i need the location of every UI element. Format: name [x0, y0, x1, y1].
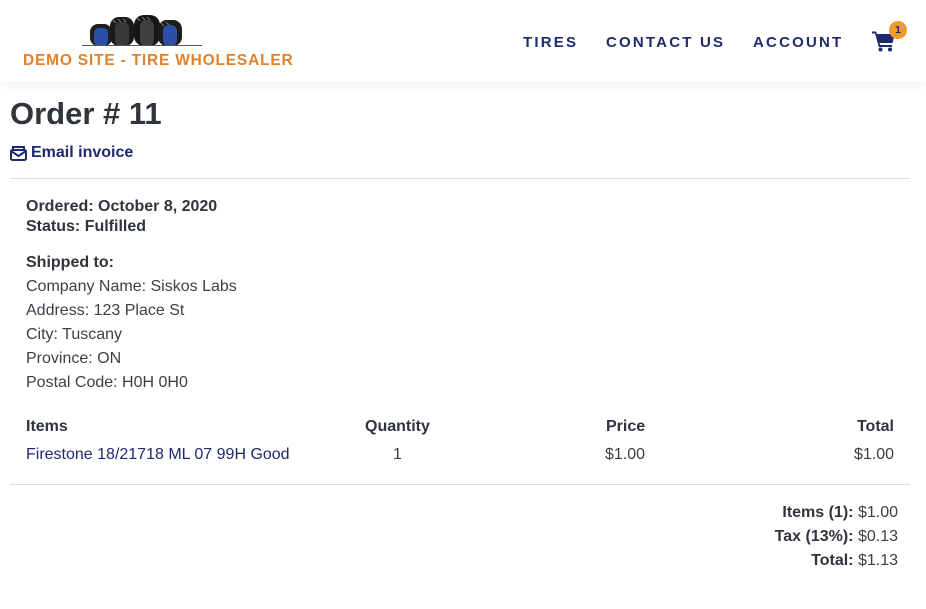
column-header-price: Price	[606, 418, 646, 435]
summary-tax-value: $0.13	[857, 528, 898, 545]
site-header: DEMO SITE - TIRE WHOLESALER TIRES CONTAC…	[0, 0, 926, 82]
envelope-open-icon	[10, 145, 27, 161]
summary-tax-label: Tax (13%):	[774, 528, 854, 545]
page-title: Order # 11	[10, 96, 162, 131]
nav-contact-us[interactable]: CONTACT US	[606, 34, 725, 51]
summary-items-label: Items (1):	[782, 504, 854, 521]
summary-total-label: Total:	[811, 552, 854, 569]
ordered-line: Ordered: October 8, 2020	[26, 198, 217, 216]
site-logo[interactable]: DEMO SITE - TIRE WHOLESALER	[22, 14, 294, 74]
status-line: Status: Fulfilled	[26, 218, 146, 236]
column-header-total: Total	[856, 418, 894, 435]
city: City: Tuscany	[26, 326, 123, 343]
item-quantity: 1	[393, 446, 402, 463]
status-label: Status:	[26, 218, 81, 235]
company-name: Company Name: Siskos Labs	[26, 278, 237, 295]
column-header-quantity: Quantity	[365, 418, 430, 435]
divider	[10, 484, 910, 485]
nav-account[interactable]: ACCOUNT	[753, 34, 843, 51]
logo-text: DEMO SITE - TIRE WHOLESALER	[23, 52, 294, 69]
divider	[10, 178, 910, 179]
email-invoice-label: Email invoice	[31, 144, 134, 161]
province: Province: ON	[26, 350, 122, 367]
summary-items: Items (1): $1.00	[782, 504, 898, 522]
ordered-date: October 8, 2020	[98, 198, 218, 215]
summary-total-value: $1.13	[857, 552, 898, 569]
column-header-items: Items	[26, 418, 68, 435]
postal-code: Postal Code: H0H 0H0	[26, 374, 188, 391]
email-invoice-link[interactable]: Email invoice	[10, 144, 133, 162]
address: Address: 123 Place St	[26, 302, 185, 319]
summary-total: Total: $1.13	[811, 552, 898, 570]
summary-items-value: $1.00	[857, 504, 898, 521]
item-price: $1.00	[605, 446, 646, 463]
item-name-link[interactable]: Firestone 18/21718 ML 07 99H Good	[26, 446, 290, 464]
nav-tires[interactable]: TIRES	[523, 34, 578, 51]
ordered-label: Ordered:	[26, 198, 94, 215]
cart-count-badge: 1	[889, 21, 907, 39]
status-value: Fulfilled	[84, 218, 147, 235]
item-total: $1.00	[853, 446, 894, 463]
summary-tax: Tax (13%): $0.13	[775, 528, 898, 546]
shipped-to-heading: Shipped to:	[26, 254, 114, 271]
tires-logo	[82, 15, 202, 46]
